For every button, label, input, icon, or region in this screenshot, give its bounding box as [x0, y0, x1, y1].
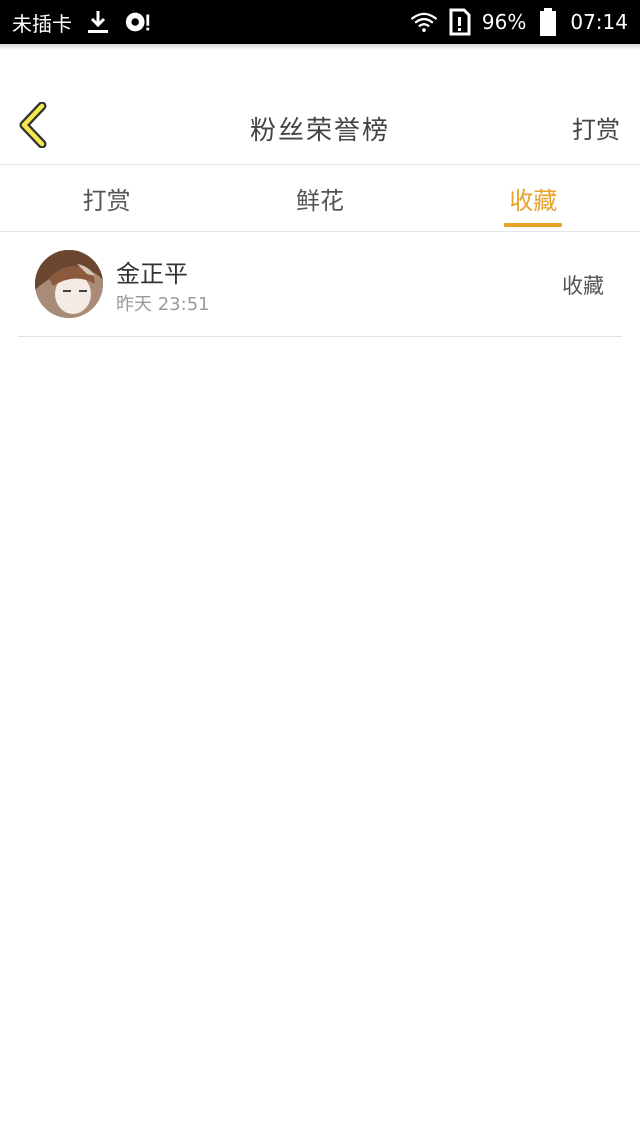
item-type-label: 收藏 [562, 274, 604, 298]
wifi-icon [410, 8, 438, 36]
tab-bar: 打赏 鲜花 收藏 [0, 165, 640, 231]
list-item[interactable]: 金正平 昨天 23:51 收藏 [18, 232, 622, 337]
sim-icon [446, 8, 474, 36]
clock: 07:14 [570, 10, 628, 34]
page-title: 粉丝荣誉榜 [249, 116, 390, 146]
tab-favorites[interactable]: 收藏 [427, 165, 640, 231]
status-shadow [0, 44, 640, 50]
tab-flowers-label: 鲜花 [295, 186, 344, 215]
carrier-label: 未插卡 [12, 11, 72, 36]
status-bar: 未插卡 96% 07:14 [0, 0, 640, 44]
header: 粉丝荣誉榜 打赏 [0, 86, 640, 164]
active-tab-indicator [504, 223, 563, 227]
media-icon [124, 8, 152, 36]
battery-icon [534, 8, 562, 36]
battery-percent: 96% [481, 10, 527, 34]
user-name: 金正平 [116, 260, 188, 288]
tab-flowers[interactable]: 鲜花 [213, 165, 426, 231]
timestamp: 昨天 23:51 [116, 294, 210, 315]
reward-button[interactable]: 打赏 [572, 110, 620, 145]
avatar [35, 250, 103, 318]
download-icon [84, 8, 112, 36]
tab-reward[interactable]: 打赏 [0, 165, 213, 231]
tab-reward-label: 打赏 [82, 186, 131, 215]
tab-favorites-label: 收藏 [509, 186, 558, 215]
